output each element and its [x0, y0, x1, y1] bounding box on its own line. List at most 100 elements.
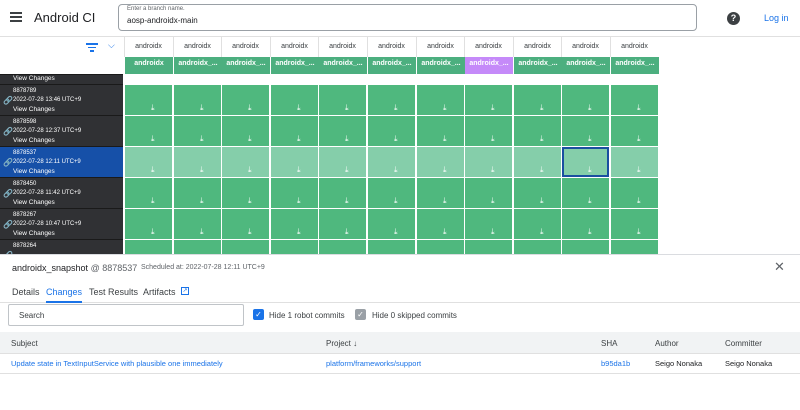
build-cell[interactable]: ⤓ [270, 115, 318, 146]
view-changes-link[interactable]: View Changes [13, 137, 55, 144]
build-row-header[interactable]: 🔗 8878789 2022-07-28 13:46 UTC+9 View Chang… [0, 84, 123, 115]
build-cell[interactable]: ⤓ [173, 115, 221, 146]
build-cell[interactable]: ⤓ [221, 146, 269, 177]
download-icon[interactable]: ⤓ [637, 197, 644, 205]
build-cell[interactable]: ⤓ [367, 84, 415, 115]
build-cell[interactable]: ⤓ [270, 177, 318, 208]
build-cell[interactable]: ⤓ [416, 115, 464, 146]
build-cell[interactable] [513, 239, 561, 255]
build-cell[interactable]: ⤓ [318, 84, 366, 115]
link-icon[interactable]: 🔗 [3, 189, 13, 198]
build-cell[interactable]: ⤓ [173, 208, 221, 239]
download-icon[interactable]: ⤓ [248, 228, 255, 236]
build-cell[interactable]: ⤓ [464, 177, 512, 208]
build-cell[interactable]: ⤓ [513, 115, 561, 146]
hide-skipped-checkbox[interactable]: ✓ [355, 309, 366, 320]
build-id[interactable]: 8878598 [13, 119, 36, 125]
build-cell[interactable]: ⤓ [221, 208, 269, 239]
build-id[interactable]: 8878789 [13, 88, 36, 94]
link-icon[interactable]: 🔗 [3, 158, 13, 167]
build-cell[interactable] [318, 239, 366, 255]
view-changes-link[interactable]: View Changes [13, 230, 55, 237]
build-cell[interactable]: ⤓ [124, 146, 172, 177]
download-icon[interactable]: ⤓ [248, 104, 255, 112]
build-row-header[interactable]: 🔗 8878450 2022-07-28 11:42 UTC+9 View Chang… [0, 177, 123, 208]
download-icon[interactable]: ⤓ [248, 197, 255, 205]
branch-input-value[interactable]: aosp-androidx-main [127, 16, 198, 25]
build-row-header[interactable]: 🔗8878264 [0, 239, 123, 255]
download-icon[interactable]: ⤓ [151, 228, 158, 236]
download-icon[interactable]: ⤓ [304, 75, 311, 83]
link-icon[interactable]: 🔗 [3, 220, 13, 229]
build-cell[interactable]: ⤓ [221, 177, 269, 208]
build-cell[interactable]: ⤓ [221, 84, 269, 115]
sha-link[interactable]: b95da1b [601, 359, 630, 368]
column-header[interactable]: androidx [416, 37, 464, 57]
login-link[interactable]: Log in [764, 13, 789, 23]
build-cell[interactable] [416, 239, 464, 255]
view-changes-link[interactable]: View Changes [13, 168, 55, 175]
view-changes-link[interactable]: View Changes [13, 199, 55, 206]
download-icon[interactable]: ⤓ [200, 135, 207, 143]
download-icon[interactable]: ⤓ [450, 75, 457, 83]
build-row-header[interactable]: 🔗 8878537 2022-07-28 12:11 UTC+9 View Chang… [0, 146, 123, 177]
build-cell[interactable] [124, 239, 172, 255]
build-cell[interactable]: ⤓ [610, 177, 658, 208]
build-cell[interactable] [367, 239, 415, 255]
download-icon[interactable]: ⤓ [443, 197, 450, 205]
build-row-header[interactable]: 🔗 8878267 2022-07-28 10:47 UTC+9 View Chang… [0, 208, 123, 239]
build-cell[interactable]: ⤓ [318, 208, 366, 239]
build-cell[interactable]: ⤓ [124, 208, 172, 239]
build-cell[interactable]: ⤓ [513, 177, 561, 208]
build-cell[interactable] [173, 239, 221, 255]
view-changes-link[interactable]: View Changes [13, 75, 55, 82]
download-icon[interactable]: ⤓ [540, 166, 547, 174]
column-header[interactable]: androidx [561, 37, 609, 57]
download-icon[interactable]: ⤓ [547, 75, 554, 83]
column-header[interactable]: androidx [124, 37, 172, 57]
download-icon[interactable]: ⤓ [345, 104, 352, 112]
download-icon[interactable]: ⤓ [394, 228, 401, 236]
help-icon[interactable]: ? [727, 12, 740, 25]
download-icon[interactable]: ⤓ [297, 104, 304, 112]
build-cell[interactable]: ⤓ [513, 84, 561, 115]
download-icon[interactable]: ⤓ [200, 166, 207, 174]
target-label[interactable]: androidx_... [271, 57, 319, 74]
menu-icon[interactable] [10, 12, 22, 22]
download-icon[interactable]: ⤓ [491, 197, 498, 205]
build-cell[interactable]: ⤓ [173, 84, 221, 115]
target-label[interactable]: androidx_... [319, 57, 367, 74]
build-cell[interactable]: ⤓ [270, 146, 318, 177]
build-cell[interactable]: ⤓ [270, 208, 318, 239]
download-icon[interactable]: ⤓ [443, 166, 450, 174]
download-icon[interactable]: ⤓ [637, 135, 644, 143]
build-cell[interactable]: ⤓ [513, 208, 561, 239]
download-icon[interactable]: ⤓ [207, 75, 214, 83]
column-header[interactable]: androidx [173, 37, 221, 57]
build-cell[interactable]: ⤓ [464, 208, 512, 239]
download-icon[interactable]: ⤓ [644, 75, 651, 83]
build-cell[interactable]: ⤓ [561, 177, 609, 208]
build-cell[interactable]: ⤓ [367, 177, 415, 208]
download-icon[interactable]: ⤓ [394, 197, 401, 205]
download-icon[interactable]: ⤓ [498, 75, 505, 83]
build-cell[interactable] [561, 239, 609, 255]
search-input[interactable]: Search [8, 304, 244, 326]
build-cell[interactable]: ⤓ [173, 146, 221, 177]
download-icon[interactable]: ⤓ [345, 228, 352, 236]
build-cell[interactable]: ⤓ [124, 115, 172, 146]
download-icon[interactable]: ⤓ [540, 135, 547, 143]
build-id[interactable]: 8878264 [13, 243, 36, 249]
download-icon[interactable]: ⤓ [345, 135, 352, 143]
build-cell[interactable]: ⤓ [270, 84, 318, 115]
download-icon[interactable]: ⤓ [345, 197, 352, 205]
download-icon[interactable]: ⤓ [151, 166, 158, 174]
build-cell[interactable]: ⤓ [173, 177, 221, 208]
build-cell[interactable] [221, 239, 269, 255]
download-icon[interactable]: ⤓ [151, 197, 158, 205]
build-id[interactable]: 8878450 [13, 181, 36, 187]
target-label[interactable]: androidx_... [562, 57, 610, 74]
build-cell[interactable]: ⤓ [367, 208, 415, 239]
hide-robot-checkbox[interactable]: ✓ [253, 309, 264, 320]
header-project[interactable]: Project ↓ [326, 339, 357, 348]
